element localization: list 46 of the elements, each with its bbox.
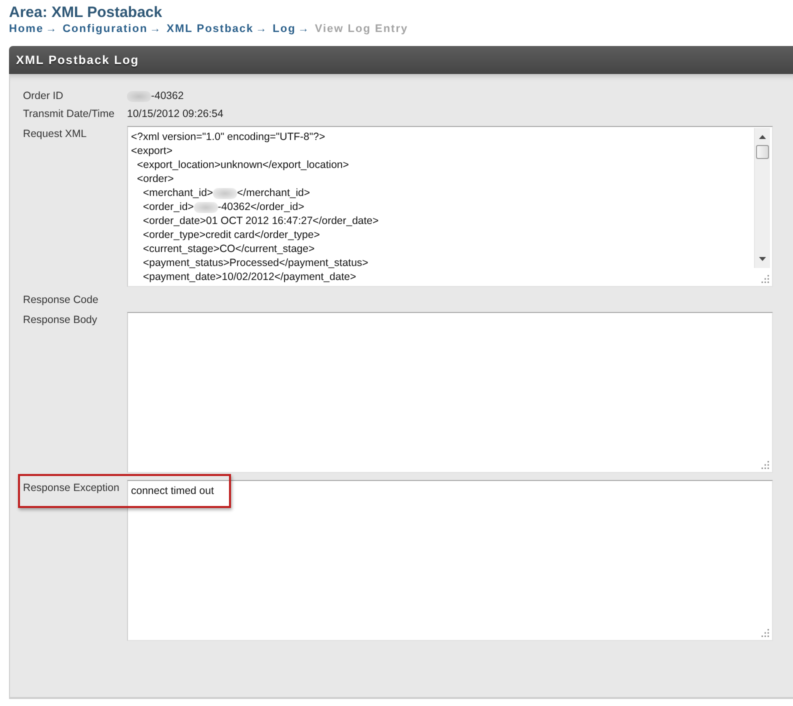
- breadcrumb-separator: →: [46, 22, 57, 36]
- textarea-field[interactable]: [127, 312, 773, 473]
- textarea-text: <export_location>unknown</export_location>: [137, 158, 349, 172]
- breadcrumb-link[interactable]: Home: [9, 22, 44, 36]
- scrollbar-thumb[interactable]: [756, 145, 769, 159]
- textarea-text: <order>: [137, 172, 174, 186]
- textarea-text: <order_id>: [143, 200, 194, 214]
- field-label: Response Code: [23, 294, 98, 306]
- textarea-text: <current_stage>CO</current_stage>: [143, 242, 315, 256]
- current-page-label: View Log Entry: [314, 22, 408, 36]
- textarea-text: </merchant_id>: [237, 186, 310, 200]
- resize-grip-icon[interactable]: [761, 461, 769, 469]
- textarea-text: <payment_status>Processed</payment_status>: [143, 256, 368, 270]
- textarea-text: <order_type>credit card</order_type>: [143, 228, 320, 242]
- breadcrumb-link[interactable]: Configuration: [62, 22, 148, 36]
- field-label: Request XML: [23, 127, 87, 141]
- panel-title: XML Postback Log: [16, 53, 140, 67]
- resize-grip-icon[interactable]: [761, 275, 769, 283]
- field-value: 10/15/2012 09:26:54: [127, 107, 224, 121]
- redaction-blur-icon: [194, 202, 218, 212]
- page-title: Area: XML Postaback: [9, 3, 164, 22]
- textarea-text: <export>: [131, 144, 172, 158]
- field-value: -40362: [151, 89, 184, 103]
- field-label: Response Exception: [23, 481, 120, 495]
- textarea-field[interactable]: [127, 126, 773, 287]
- breadcrumb-separator: →: [298, 22, 309, 36]
- scroll-up-arrow-icon[interactable]: [759, 135, 766, 139]
- breadcrumb-link[interactable]: Log: [272, 22, 296, 36]
- redaction-blur-icon: [127, 90, 151, 102]
- breadcrumb-link[interactable]: XML Postback: [166, 22, 254, 36]
- breadcrumb-separator: →: [150, 22, 161, 36]
- field-label: Transmit Date/Time: [23, 108, 114, 120]
- textarea-text: -40362</order_id>: [218, 200, 304, 214]
- resize-grip-icon[interactable]: [761, 629, 769, 637]
- field-label: Order ID: [23, 90, 64, 102]
- textarea-text: <payment_date>10/02/2012</payment_date>: [143, 270, 356, 284]
- field-label: Response Body: [23, 313, 98, 327]
- breadcrumb-separator: →: [256, 22, 267, 36]
- textarea-text: connect timed out: [131, 484, 214, 498]
- textarea-field[interactable]: connect timed out: [127, 480, 773, 641]
- vertical-scrollbar[interactable]: [754, 128, 770, 268]
- scroll-down-arrow-icon[interactable]: [759, 257, 766, 261]
- redaction-blur-icon: [213, 188, 238, 198]
- textarea-text: <?xml version="1.0" encoding="UTF-8"?>: [131, 130, 326, 144]
- textarea-text: <order_date>01 OCT 2012 16:47:27</order_date>: [143, 214, 379, 228]
- textarea-text: <merchant_id>: [143, 186, 214, 200]
